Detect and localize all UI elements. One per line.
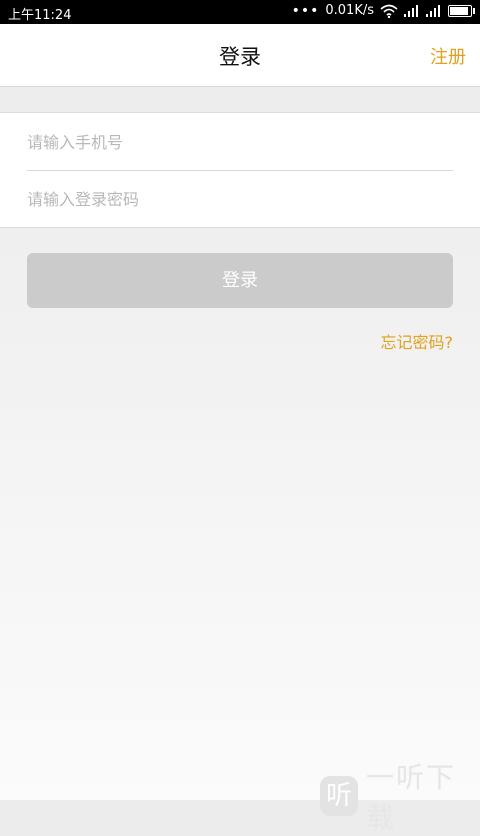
notification-dots: ••• [291,2,320,19]
password-input[interactable] [27,171,453,227]
forgot-password-link[interactable]: 忘记密码? [381,329,454,353]
status-bar: 上午11:24 ••• 0.01K/s [0,0,480,24]
wifi-icon [380,4,398,18]
watermark-text: 一听下载 [366,761,457,834]
signal-icon [404,4,420,17]
login-form [0,112,480,228]
phone-input[interactable] [27,114,453,170]
status-time: 上午11:24 [8,8,72,23]
register-link[interactable]: 注册 [430,43,466,69]
nav-bar: 登录 注册 [0,24,480,87]
login-button[interactable]: 登录 [27,253,453,308]
status-icons: ••• 0.01K/s [291,2,475,19]
battery-icon [448,4,475,17]
signal-icon [426,4,442,17]
network-speed: 0.01K/s [325,3,374,18]
battery-fill [450,6,468,15]
watermark: 听 一听下载 [320,756,480,836]
page-title: 登录 [219,45,261,69]
watermark-badge: 听 [320,776,358,816]
